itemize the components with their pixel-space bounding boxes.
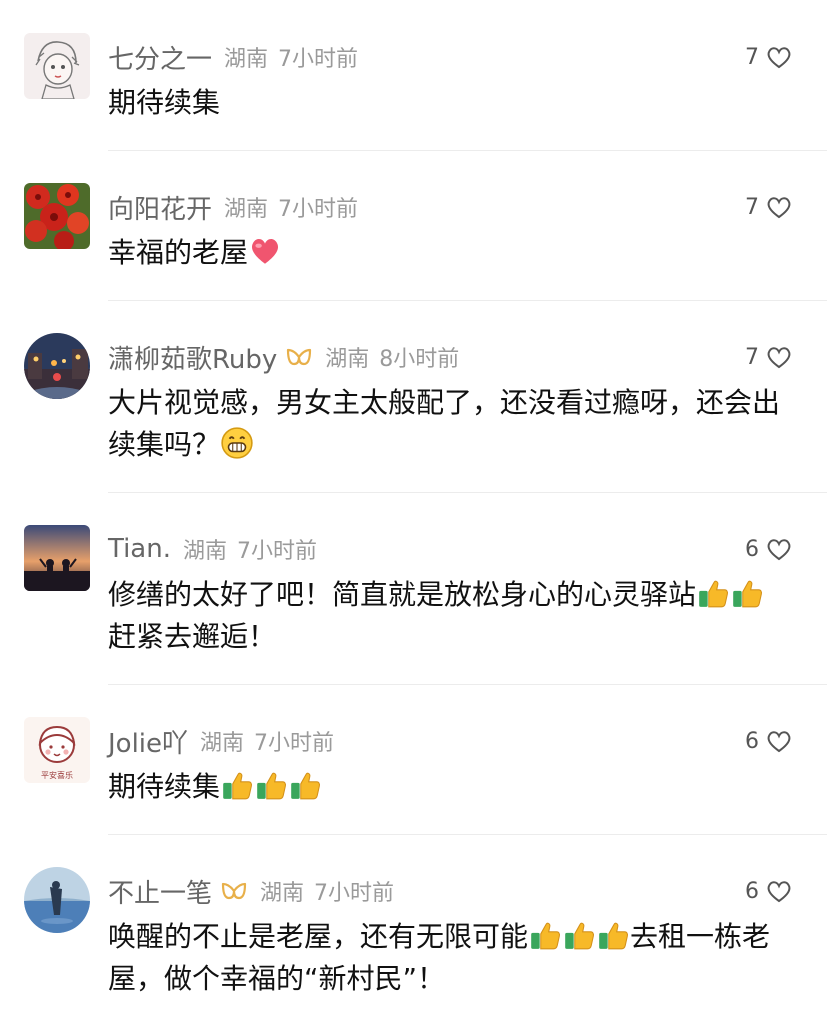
grinning-emoji (221, 427, 253, 459)
thumbs-up-emoji (291, 772, 321, 800)
thumbs-up-emoji (565, 922, 595, 950)
like-count: 6 (745, 536, 759, 562)
comment-time: 7小时前 (254, 731, 335, 756)
comment-meta: 七分之一 湖南 7小时前 (108, 37, 358, 77)
avatar-red-flowers[interactable] (24, 183, 90, 249)
like-button[interactable]: 6 (745, 529, 793, 569)
comment-location: 湖南 (200, 731, 245, 756)
like-heart-icon (767, 347, 791, 369)
comment-location: 湖南 (182, 539, 227, 564)
comment-divider (108, 300, 827, 301)
comment-time: 8小时前 (379, 347, 460, 372)
comment-text-segment: 修缮的太好了吧！简直就是放松身心的心灵驿站 (108, 578, 697, 611)
comment-meta: Jolie吖 湖南 7小时前 (108, 721, 334, 761)
fan-badge-icon (221, 882, 247, 900)
comment-time: 7小时前 (314, 881, 395, 906)
like-button[interactable]: 7 (745, 337, 793, 377)
comment-time: 7小时前 (278, 197, 359, 222)
comment-location: 湖南 (325, 347, 370, 372)
like-heart-icon (767, 881, 791, 903)
comment-divider (108, 834, 827, 835)
commenter-name[interactable]: 不止一笔 (108, 873, 212, 910)
comment-text-segment: 赶紧去邂逅！ (108, 620, 277, 653)
like-count: 6 (745, 878, 759, 904)
comment-text: 唤醒的不止是老屋，还有无限可能 去租一栋老屋，做个幸福的“新村民”！ (108, 916, 798, 1000)
comment-text: 期待续集 (108, 82, 798, 124)
like-button[interactable]: 7 (745, 187, 793, 227)
like-heart-icon (767, 47, 791, 69)
comment-meta: 不止一笔 湖南 7小时前 (108, 871, 394, 911)
comment-text-segment: 大片视觉感，男女主太般配了，还没看过瘾呀，还会出续集吗？ (108, 386, 781, 461)
comment-location: 湖南 (224, 47, 269, 72)
comment-text-segment: 幸福的老屋 (108, 236, 249, 269)
heart-emoji (252, 239, 279, 264)
comment-text: 大片视觉感，男女主太般配了，还没看过瘾呀，还会出续集吗？ (108, 382, 798, 466)
like-heart-icon (767, 539, 791, 561)
comment-text: 幸福的老屋 (108, 232, 798, 274)
comment-meta: 向阳花开 湖南 7小时前 (108, 187, 358, 227)
comment-meta: Tian. 湖南 7小时前 (108, 529, 317, 569)
comment-text-segment: 期待续集 (108, 86, 221, 119)
comment-divider (108, 492, 827, 493)
thumbs-up-emoji (699, 580, 729, 608)
avatar-caption: 平安喜乐 (41, 771, 73, 780)
like-button[interactable]: 6 (745, 871, 793, 911)
avatar-cartoon-girl[interactable]: 平安喜乐 (24, 717, 90, 783)
like-button[interactable]: 6 (745, 721, 793, 761)
comment-text: 期待续集 (108, 766, 798, 808)
avatar-sunset-silhouette[interactable] (24, 525, 90, 591)
thumbs-up-emoji (531, 922, 561, 950)
avatar-sketch-girl[interactable] (24, 33, 90, 99)
commenter-name[interactable]: 七分之一 (108, 39, 212, 76)
like-heart-icon (767, 731, 791, 753)
comment-text-segment: 期待续集 (108, 770, 221, 803)
commenter-name[interactable]: 向阳花开 (108, 189, 212, 226)
thumbs-up-emoji (223, 772, 253, 800)
like-count: 7 (745, 44, 759, 70)
like-heart-icon (767, 197, 791, 219)
commenter-name[interactable]: Jolie吖 (108, 723, 188, 760)
thumbs-up-emoji (599, 922, 629, 950)
avatar-lake-blue[interactable] (24, 867, 90, 933)
comment-location: 湖南 (260, 881, 305, 906)
avatar-night-street[interactable] (24, 333, 90, 399)
comment-location: 湖南 (224, 197, 269, 222)
comment-meta: 潇柳茹歌Ruby 湖南 8小时前 (108, 337, 459, 377)
commenter-name[interactable]: Tian. (108, 534, 171, 564)
like-count: 7 (745, 344, 759, 370)
like-button[interactable]: 7 (745, 37, 793, 77)
commenter-name[interactable]: 潇柳茹歌Ruby (108, 339, 277, 376)
comment-divider (108, 150, 827, 151)
like-count: 6 (745, 728, 759, 754)
thumbs-up-emoji (733, 580, 763, 608)
comment-time: 7小时前 (237, 539, 317, 564)
comment-divider (108, 684, 827, 685)
thumbs-up-emoji (257, 772, 287, 800)
comment-text: 修缮的太好了吧！简直就是放松身心的心灵驿站 赶紧去邂逅！ (108, 574, 798, 658)
fan-badge-icon (287, 348, 312, 366)
comment-text-segment: 唤醒的不止是老屋，还有无限可能 (108, 920, 529, 953)
comment-time: 7小时前 (278, 47, 359, 72)
like-count: 7 (745, 194, 759, 220)
